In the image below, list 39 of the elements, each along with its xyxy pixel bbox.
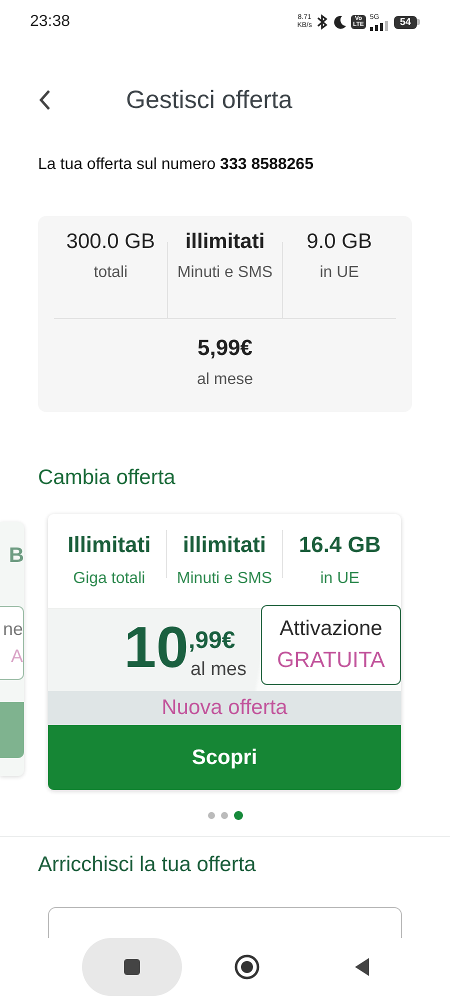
page-dot[interactable]: [220, 812, 228, 819]
stat-value: B: [8, 544, 24, 568]
moon-icon: [332, 15, 347, 29]
stat-value: illimitati: [182, 532, 268, 558]
stat-value: Illimitati: [66, 532, 152, 558]
battery-level: 54: [394, 16, 417, 28]
stat-value: illimitati: [184, 230, 266, 254]
price-period: al mes: [190, 659, 246, 681]
square-icon: [122, 958, 141, 976]
back-icon: [354, 957, 370, 977]
offer-ribbon: Nuova offerta: [48, 691, 401, 725]
home-icon: [234, 954, 260, 980]
stat-value: 16.4 GB: [298, 532, 382, 558]
signal-icon: [370, 20, 390, 30]
stat-label: Minuti e SMS: [176, 264, 274, 282]
section-title: Cambia offerta: [38, 466, 176, 491]
price-period: al mese: [196, 371, 254, 389]
offer-number-text: La tua offerta sul numero 333 8588265: [38, 156, 314, 175]
bluetooth-icon: [316, 14, 329, 30]
discover-button[interactable]: Scopri: [48, 725, 401, 790]
page-dot[interactable]: [208, 812, 214, 819]
stat-label: in UE: [318, 264, 360, 282]
plan-price: 5,99€: [197, 335, 253, 361]
price-decimals: ,99€: [188, 627, 236, 655]
stat-label: in UE: [319, 570, 360, 588]
stat-value: 300.0 GB: [65, 230, 156, 254]
offer-card[interactable]: B ne A: [0, 522, 24, 776]
page-title: Gestisci offerta: [126, 86, 292, 114]
stat-value: 9.0 GB: [306, 230, 373, 254]
section-title: Arricchisci la tua offerta: [38, 853, 257, 877]
stat-label: Minuti e SMS: [176, 570, 274, 588]
activation-badge: ne A: [0, 606, 24, 680]
price-integer: 10: [124, 619, 189, 677]
stat-label: Giga totali: [72, 570, 146, 588]
activation-badge: Attivazione GRATUITA: [261, 605, 401, 685]
clock: 23:38: [30, 13, 70, 31]
stat-label: totali: [92, 264, 129, 282]
back-icon: [38, 89, 52, 111]
page-dot[interactable]: [234, 811, 242, 820]
